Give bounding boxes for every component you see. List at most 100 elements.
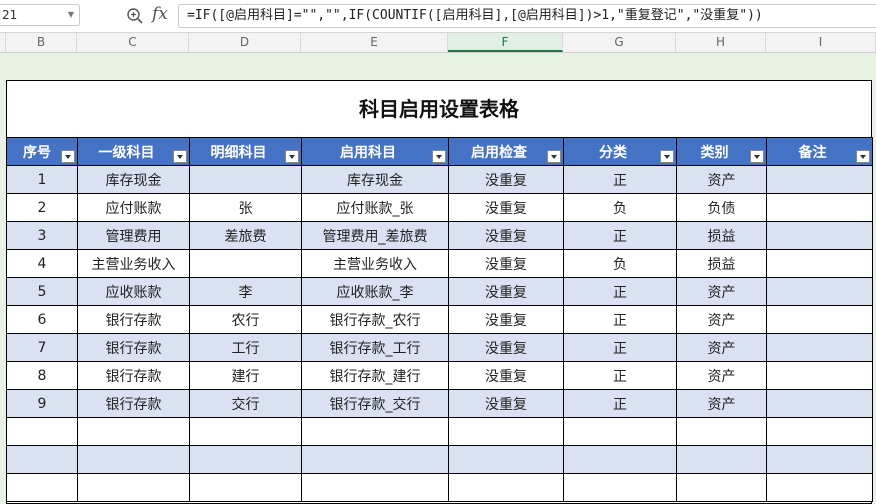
cell-check[interactable]: 没重复 bbox=[448, 361, 564, 390]
cell-seq[interactable] bbox=[6, 473, 78, 502]
cell-seq[interactable]: 1 bbox=[6, 165, 78, 194]
cell-seq[interactable]: 6 bbox=[6, 305, 78, 334]
column-header-f[interactable]: F bbox=[448, 33, 563, 52]
cell-level1[interactable]: 应付账款 bbox=[77, 193, 190, 222]
cell-level1[interactable]: 银行存款 bbox=[77, 361, 190, 390]
cell-class[interactable]: 正 bbox=[563, 277, 677, 306]
cell-type[interactable]: 资产 bbox=[676, 305, 767, 334]
cell-enabled[interactable] bbox=[301, 473, 449, 502]
cell-class[interactable]: 正 bbox=[563, 165, 677, 194]
cell-enabled[interactable] bbox=[301, 417, 449, 446]
cell-type[interactable]: 资产 bbox=[676, 277, 767, 306]
cell-type[interactable] bbox=[676, 473, 767, 502]
cell-level1[interactable]: 主营业务收入 bbox=[77, 249, 190, 278]
cell-check[interactable]: 没重复 bbox=[448, 333, 564, 362]
cell-note[interactable] bbox=[766, 221, 873, 250]
column-header-h[interactable]: H bbox=[676, 33, 766, 52]
cell-class[interactable]: 正 bbox=[563, 305, 677, 334]
cell-type[interactable]: 资产 bbox=[676, 389, 767, 418]
column-header-i[interactable]: I bbox=[766, 33, 876, 52]
cell-enabled[interactable]: 银行存款_农行 bbox=[301, 305, 449, 334]
cell-seq[interactable]: 3 bbox=[6, 221, 78, 250]
cell-level1[interactable]: 库存现金 bbox=[77, 165, 190, 194]
cell-check[interactable]: 没重复 bbox=[448, 389, 564, 418]
cell-class[interactable]: 正 bbox=[563, 333, 677, 362]
cell-type[interactable]: 损益 bbox=[676, 249, 767, 278]
cell-check[interactable]: 没重复 bbox=[448, 165, 564, 194]
cell-detail[interactable]: 建行 bbox=[189, 361, 302, 390]
column-header-e[interactable]: E bbox=[301, 33, 448, 52]
cell-type[interactable]: 资产 bbox=[676, 333, 767, 362]
cell-type[interactable]: 负债 bbox=[676, 193, 767, 222]
cell-note[interactable] bbox=[766, 249, 873, 278]
cell-level1[interactable]: 银行存款 bbox=[77, 389, 190, 418]
filter-dropdown-icon[interactable] bbox=[432, 150, 446, 163]
filter-dropdown-icon[interactable] bbox=[61, 150, 75, 163]
cell-level1[interactable]: 应收账款 bbox=[77, 277, 190, 306]
cell-class[interactable] bbox=[563, 417, 677, 446]
column-header-g[interactable]: G bbox=[563, 33, 676, 52]
column-header-c[interactable]: C bbox=[77, 33, 189, 52]
cell-seq[interactable]: 7 bbox=[6, 333, 78, 362]
header-check[interactable]: 启用检查 bbox=[448, 137, 564, 166]
cell-detail[interactable] bbox=[189, 165, 302, 194]
cell-check[interactable]: 没重复 bbox=[448, 221, 564, 250]
formula-input[interactable]: =IF([@启用科目]="","",IF(COUNTIF([启用科目],[@启用… bbox=[178, 4, 876, 28]
cell-type[interactable] bbox=[676, 445, 767, 474]
cell-enabled[interactable]: 库存现金 bbox=[301, 165, 449, 194]
cell-seq[interactable] bbox=[6, 445, 78, 474]
cell-enabled[interactable]: 主营业务收入 bbox=[301, 249, 449, 278]
cell-type[interactable]: 损益 bbox=[676, 221, 767, 250]
cell-check[interactable] bbox=[448, 445, 564, 474]
cell-note[interactable] bbox=[766, 417, 873, 446]
cell-detail[interactable] bbox=[189, 417, 302, 446]
header-class[interactable]: 分类 bbox=[563, 137, 677, 166]
cell-level1[interactable]: 银行存款 bbox=[77, 305, 190, 334]
cell-check[interactable]: 没重复 bbox=[448, 249, 564, 278]
cell-enabled[interactable]: 银行存款_工行 bbox=[301, 333, 449, 362]
filter-dropdown-icon[interactable] bbox=[750, 150, 764, 163]
cell-note[interactable] bbox=[766, 361, 873, 390]
cell-class[interactable] bbox=[563, 473, 677, 502]
cell-enabled[interactable]: 管理费用_差旅费 bbox=[301, 221, 449, 250]
cell-seq[interactable] bbox=[6, 417, 78, 446]
cell-check[interactable] bbox=[448, 473, 564, 502]
cell-seq[interactable]: 9 bbox=[6, 389, 78, 418]
name-box[interactable]: 21 ▼ bbox=[0, 4, 80, 26]
cell-note[interactable] bbox=[766, 305, 873, 334]
filter-dropdown-icon[interactable] bbox=[285, 150, 299, 163]
cell-class[interactable] bbox=[563, 445, 677, 474]
cell-detail[interactable] bbox=[189, 473, 302, 502]
cell-type[interactable] bbox=[676, 417, 767, 446]
cell-detail[interactable]: 农行 bbox=[189, 305, 302, 334]
cell-level1[interactable] bbox=[77, 445, 190, 474]
cell-enabled[interactable] bbox=[301, 445, 449, 474]
cell-enabled[interactable]: 应付账款_张 bbox=[301, 193, 449, 222]
filter-dropdown-icon[interactable] bbox=[660, 150, 674, 163]
cell-note[interactable] bbox=[766, 165, 873, 194]
cell-class[interactable]: 正 bbox=[563, 389, 677, 418]
cell-note[interactable] bbox=[766, 445, 873, 474]
header-type[interactable]: 类别 bbox=[676, 137, 767, 166]
cell-type[interactable]: 资产 bbox=[676, 361, 767, 390]
cell-level1[interactable] bbox=[77, 473, 190, 502]
cell-level1[interactable]: 银行存款 bbox=[77, 333, 190, 362]
cell-seq[interactable]: 8 bbox=[6, 361, 78, 390]
cell-note[interactable] bbox=[766, 193, 873, 222]
cell-detail[interactable]: 张 bbox=[189, 193, 302, 222]
cell-level1[interactable] bbox=[77, 417, 190, 446]
filter-dropdown-icon[interactable] bbox=[547, 150, 561, 163]
cell-seq[interactable]: 4 bbox=[6, 249, 78, 278]
cell-enabled[interactable]: 银行存款_交行 bbox=[301, 389, 449, 418]
cell-seq[interactable]: 5 bbox=[6, 277, 78, 306]
header-note[interactable]: 备注 bbox=[766, 137, 873, 166]
cell-type[interactable]: 资产 bbox=[676, 165, 767, 194]
cell-detail[interactable] bbox=[189, 445, 302, 474]
cell-class[interactable]: 正 bbox=[563, 221, 677, 250]
cell-detail[interactable]: 工行 bbox=[189, 333, 302, 362]
filter-dropdown-icon[interactable] bbox=[173, 150, 187, 163]
cell-note[interactable] bbox=[766, 277, 873, 306]
column-header-b[interactable]: B bbox=[6, 33, 77, 52]
cell-seq[interactable]: 2 bbox=[6, 193, 78, 222]
cell-note[interactable] bbox=[766, 333, 873, 362]
